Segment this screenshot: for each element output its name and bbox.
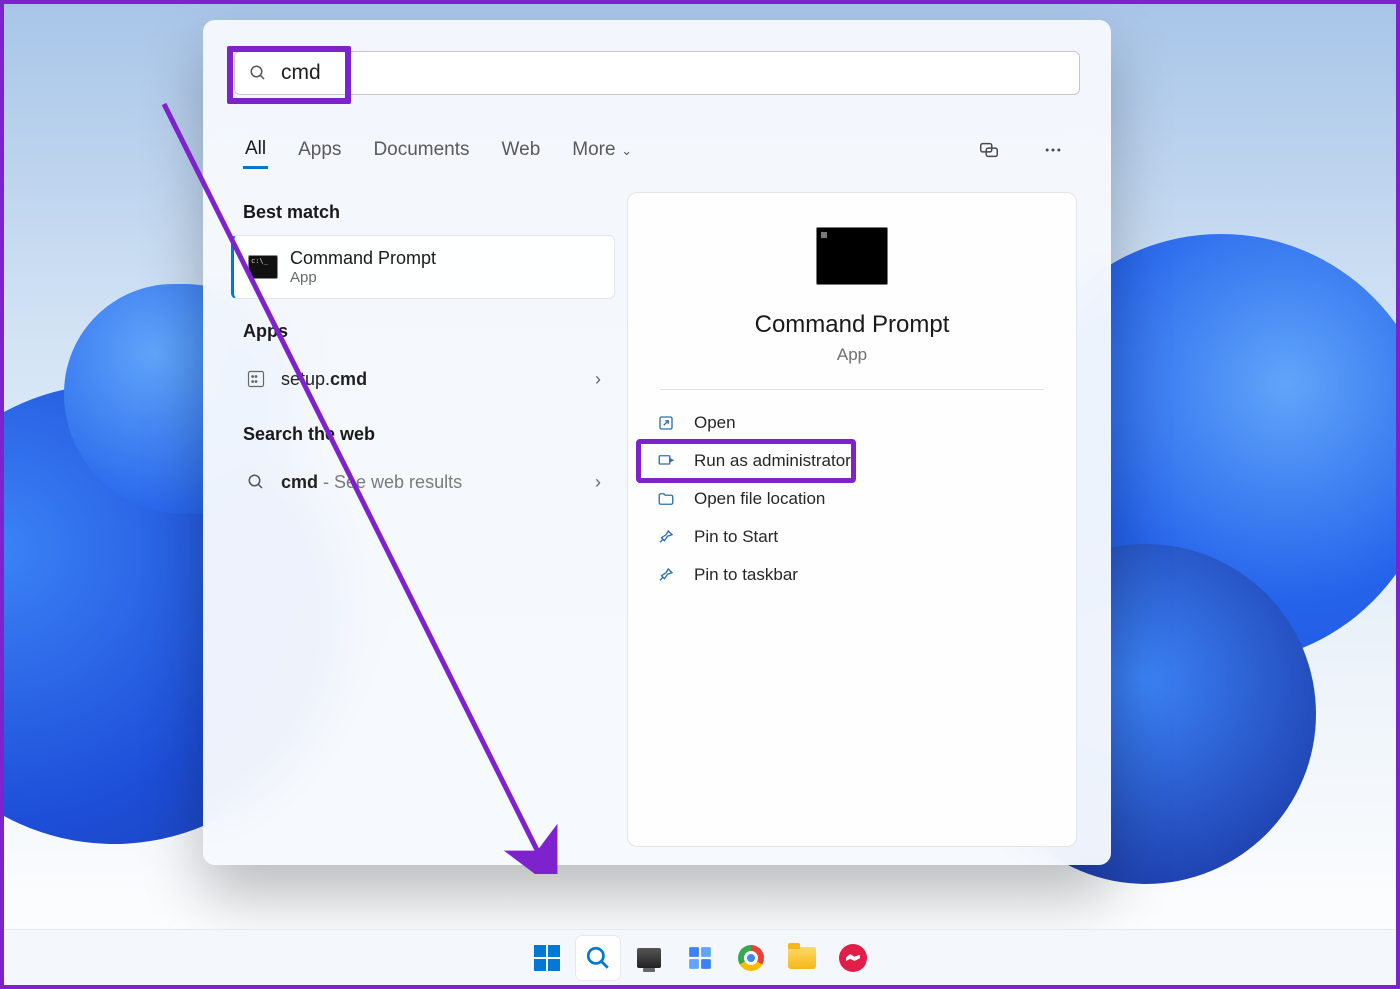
widgets-icon xyxy=(687,945,713,971)
chevron-right-icon: › xyxy=(595,472,601,493)
search-icon xyxy=(585,945,611,971)
taskbar xyxy=(4,929,1396,985)
search-input[interactable] xyxy=(267,60,1065,86)
action-pin-start-label: Pin to Start xyxy=(694,527,778,547)
pin-icon xyxy=(656,527,676,547)
web-result-cmd[interactable]: cmd - See web results › xyxy=(231,457,615,507)
action-run-admin-label: Run as administrator xyxy=(694,451,851,471)
detail-actions-list: Open Run as administrator Open file loca… xyxy=(628,400,1076,598)
command-prompt-icon xyxy=(816,227,888,285)
apps-result-setup-cmd[interactable]: setup.cmd › xyxy=(231,354,615,404)
tab-all[interactable]: All xyxy=(243,132,268,169)
web-result-term: cmd xyxy=(281,472,318,492)
result-detail-panel: Command Prompt App Open Run as administr… xyxy=(627,192,1077,847)
search-icon xyxy=(245,471,267,493)
divider xyxy=(660,389,1044,390)
lips-app-icon xyxy=(839,944,867,972)
detail-title: Command Prompt xyxy=(628,311,1076,339)
section-header-apps: Apps xyxy=(231,313,615,354)
chrome-icon xyxy=(738,945,764,971)
task-view-button[interactable] xyxy=(627,936,671,980)
best-match-result[interactable]: Command Prompt App xyxy=(231,235,615,299)
section-header-web: Search the web xyxy=(231,416,615,457)
web-result-suffix: - See web results xyxy=(318,472,462,492)
search-filter-tabs: All Apps Documents Web More ⌄ xyxy=(243,126,1071,174)
action-pin-to-taskbar[interactable]: Pin to taskbar xyxy=(640,556,1064,594)
action-open-file-location[interactable]: Open file location xyxy=(640,480,1064,518)
folder-icon xyxy=(788,947,816,969)
tab-apps[interactable]: Apps xyxy=(296,133,343,167)
apps-result-bold: cmd xyxy=(330,369,367,389)
start-button[interactable] xyxy=(525,936,569,980)
action-pin-to-start[interactable]: Pin to Start xyxy=(640,518,1064,556)
script-file-icon xyxy=(245,368,267,390)
task-view-icon xyxy=(637,948,661,968)
chevron-right-icon: › xyxy=(595,369,601,390)
shield-admin-icon xyxy=(656,451,676,471)
section-header-best-match: Best match xyxy=(231,194,615,235)
action-run-as-administrator[interactable]: Run as administrator xyxy=(640,442,1064,480)
windows-logo-icon xyxy=(534,945,560,971)
action-open[interactable]: Open xyxy=(640,404,1064,442)
chat-icon[interactable] xyxy=(971,132,1007,168)
tab-documents[interactable]: Documents xyxy=(371,133,471,167)
taskbar-app-file-explorer[interactable] xyxy=(780,936,824,980)
pin-icon xyxy=(656,565,676,585)
more-options-icon[interactable] xyxy=(1035,132,1071,168)
search-input-container[interactable] xyxy=(234,51,1080,95)
widgets-button[interactable] xyxy=(678,936,722,980)
taskbar-app-lips[interactable] xyxy=(831,936,875,980)
action-pin-taskbar-label: Pin to taskbar xyxy=(694,565,798,585)
folder-icon xyxy=(656,489,676,509)
apps-result-prefix: setup. xyxy=(281,369,330,389)
screenshot-frame: All Apps Documents Web More ⌄ Best match… xyxy=(0,0,1400,989)
taskbar-app-chrome[interactable] xyxy=(729,936,773,980)
detail-subtitle: App xyxy=(628,345,1076,365)
chevron-down-icon: ⌄ xyxy=(618,143,633,158)
tab-web[interactable]: Web xyxy=(500,133,543,167)
open-icon xyxy=(656,413,676,433)
best-match-title: Command Prompt xyxy=(290,248,436,269)
taskbar-search-button[interactable] xyxy=(576,936,620,980)
tab-more[interactable]: More ⌄ xyxy=(570,133,634,167)
action-open-label: Open xyxy=(694,413,736,433)
command-prompt-icon xyxy=(248,255,278,279)
search-results-column: Best match Command Prompt App Apps setup… xyxy=(231,194,615,507)
search-icon xyxy=(249,64,267,82)
start-search-panel: All Apps Documents Web More ⌄ Best match… xyxy=(203,20,1111,865)
best-match-subtitle: App xyxy=(290,269,436,286)
action-open-loc-label: Open file location xyxy=(694,489,825,509)
